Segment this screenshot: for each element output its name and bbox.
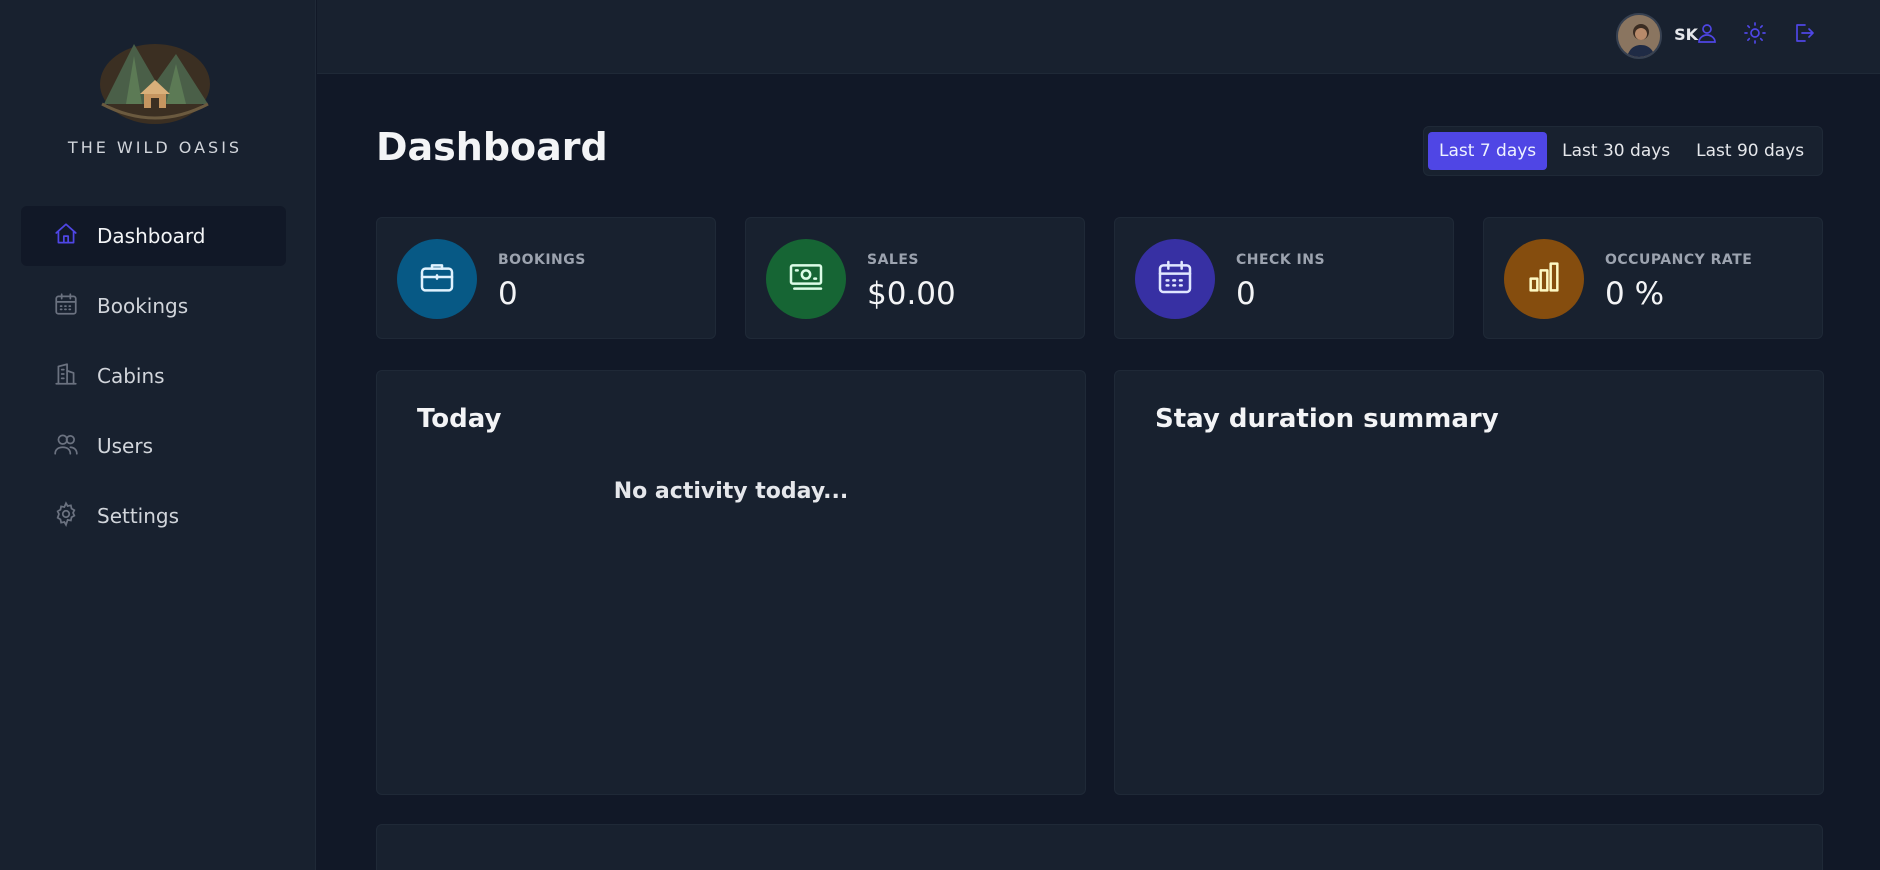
banknotes-icon [786, 257, 826, 301]
sun-icon [1743, 21, 1767, 49]
empty-state-message: No activity today... [613, 479, 849, 504]
today-panel: Today No activity today... [376, 370, 1086, 795]
sidebar-nav: Dashboard Bookings Cabins Users Settings [21, 206, 286, 556]
avatar[interactable] [1616, 13, 1662, 59]
top-header: SK [317, 0, 1880, 74]
stat-label: OCCUPANCY RATE [1605, 252, 1753, 268]
building-icon [53, 361, 79, 392]
stat-card-sales: SALES $0.00 [745, 217, 1085, 339]
stat-card-check-ins: CHECK INS 0 [1114, 217, 1454, 339]
stat-icon-circle [1504, 239, 1584, 319]
stay-duration-title: Stay duration summary [1155, 404, 1499, 434]
stat-value: $0.00 [867, 276, 956, 312]
sidebar-item-dashboard[interactable]: Dashboard [21, 206, 286, 266]
sidebar-item-label: Dashboard [97, 224, 206, 248]
logout-button[interactable] [1788, 20, 1818, 50]
gear-icon [53, 500, 79, 532]
stat-value: 0 % [1605, 276, 1665, 312]
stat-icon-circle [1135, 239, 1215, 319]
account-button[interactable] [1692, 20, 1722, 50]
user-icon [1695, 21, 1719, 49]
stat-icon-circle [766, 239, 846, 319]
stat-icon-circle [397, 239, 477, 319]
chart-bar-icon [1524, 257, 1564, 301]
sidebar-item-label: Settings [97, 504, 180, 528]
users-icon [53, 431, 79, 462]
filter-last-90-days[interactable]: Last 90 days [1685, 132, 1815, 170]
theme-toggle-button[interactable] [1740, 20, 1770, 50]
stat-label: CHECK INS [1236, 252, 1326, 268]
stat-value: 0 [498, 276, 518, 312]
sidebar-item-label: Cabins [97, 364, 165, 388]
logo [96, 34, 214, 124]
sidebar-item-label: Bookings [97, 294, 189, 318]
sidebar-item-users[interactable]: Users [21, 416, 286, 476]
calendar-icon [53, 291, 79, 322]
stat-value: 0 [1236, 276, 1256, 312]
filter-last-7-days[interactable]: Last 7 days [1428, 132, 1548, 170]
home-icon [53, 221, 79, 252]
sidebar-item-cabins[interactable]: Cabins [21, 346, 286, 406]
stat-card-bookings: BOOKINGS 0 [376, 217, 716, 339]
filter-last-30-days[interactable]: Last 30 days [1551, 132, 1681, 170]
sidebar-item-bookings[interactable]: Bookings [21, 276, 286, 336]
sales-chart-panel [376, 824, 1823, 870]
logout-icon [1791, 21, 1815, 49]
today-title: Today [417, 404, 502, 434]
sidebar-item-label: Users [97, 434, 154, 458]
sidebar: THE WILD OASIS Dashboard Bookings Cabins… [0, 0, 316, 870]
stat-label: BOOKINGS [498, 252, 586, 268]
brand-name: THE WILD OASIS [67, 138, 243, 157]
stat-label: SALES [867, 252, 919, 268]
briefcase-icon [417, 257, 457, 301]
calendar-days-icon [1155, 257, 1195, 301]
page-title: Dashboard [376, 125, 608, 169]
date-range-filter: Last 7 days Last 30 days Last 90 days [1423, 126, 1823, 176]
sidebar-item-settings[interactable]: Settings [21, 486, 286, 546]
stay-duration-panel: Stay duration summary [1114, 370, 1824, 795]
stat-card-occupancy-rate: OCCUPANCY RATE 0 % [1483, 217, 1823, 339]
